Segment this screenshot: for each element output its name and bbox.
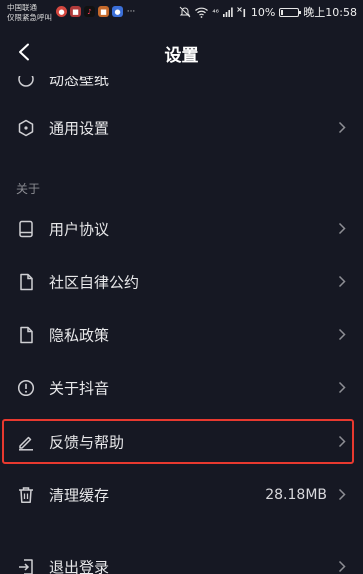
settings-row-user-agreement[interactable]: 用户协议: [0, 202, 363, 255]
carrier-status: 仅限紧急呼叫: [7, 13, 52, 22]
chevron-right-icon: [337, 328, 347, 342]
trash-icon: [16, 485, 36, 505]
settings-row-label: 反馈与帮助: [49, 433, 125, 451]
settings-row-logout[interactable]: 退出登录: [0, 540, 363, 574]
more-notifications-icon: ···: [126, 6, 136, 17]
chevron-right-icon: [337, 121, 347, 135]
page-title: 设置: [164, 46, 199, 66]
app-notification-icon: ■: [70, 6, 81, 17]
clock: 晚上10:58: [303, 6, 357, 19]
carrier-name: 中国联通: [7, 3, 37, 12]
logout-icon: [16, 557, 36, 574]
hexagon-settings-icon: [16, 118, 36, 138]
settings-row-privacy[interactable]: 隐私政策: [0, 308, 363, 361]
settings-row-label: 通用设置: [49, 119, 110, 137]
chevron-right-icon: [337, 435, 347, 449]
chevron-right-icon: [337, 560, 347, 574]
app-notification-icon: ■: [98, 6, 109, 17]
settings-row-general[interactable]: 通用设置: [0, 101, 363, 154]
section-header-about: 关于: [16, 182, 41, 196]
signal-icon: [222, 7, 233, 17]
notification-icons: ● ■ ♪ ■ ● ···: [56, 6, 136, 17]
chevron-right-icon: [337, 381, 347, 395]
douyin-notification-icon: ♪: [84, 6, 95, 17]
wifi-icon: [195, 7, 209, 18]
info-icon: [16, 378, 36, 398]
battery-percent: 10%: [250, 5, 276, 19]
settings-row-label: 社区自律公约: [49, 273, 140, 291]
app-notification-icon: ●: [112, 6, 123, 17]
pencil-icon: [16, 432, 36, 452]
status-bar: 中国联通 仅限紧急呼叫 ● ■ ♪ ■ ● ··· ⁴⁶ 10% 晚上10:58: [0, 0, 363, 28]
carrier-info: 中国联通 仅限紧急呼叫: [7, 3, 52, 23]
network-type: ⁴⁶: [212, 7, 219, 17]
settings-row-label: 退出登录: [49, 558, 110, 574]
settings-row-about[interactable]: 关于抖音: [0, 361, 363, 414]
mute-icon: [179, 6, 191, 18]
settings-row-label: 用户协议: [49, 220, 110, 238]
app-notification-icon: ●: [56, 6, 67, 17]
system-icons: ⁴⁶ 10% 晚上10:58: [179, 4, 357, 20]
document-icon: [16, 325, 36, 345]
settings-row-clear-cache[interactable]: 清理缓存 28.18MB: [0, 468, 363, 521]
settings-row-feedback[interactable]: 反馈与帮助: [0, 415, 363, 468]
settings-row-label: 隐私政策: [49, 326, 110, 344]
battery-icon: [279, 7, 302, 17]
book-icon: [16, 219, 36, 239]
settings-row-label: 关于抖音: [49, 379, 110, 397]
settings-row-community[interactable]: 社区自律公约: [0, 255, 363, 308]
settings-screen: 动态壁纸 通用设置 关于 用户协议 社区自律公约 隐私政策 关于抖音 反馈与帮助…: [0, 0, 363, 574]
nav-bar: 设置: [0, 28, 363, 76]
settings-list[interactable]: 动态壁纸 通用设置 关于 用户协议 社区自律公约 隐私政策 关于抖音 反馈与帮助…: [0, 0, 363, 574]
chevron-right-icon: [337, 488, 347, 502]
chevron-right-icon: [337, 275, 347, 289]
settings-row-label: 清理缓存: [49, 486, 110, 504]
no-signal-icon: [236, 7, 247, 17]
document-icon: [16, 272, 36, 292]
cache-size-value: 28.18MB: [265, 486, 327, 503]
chevron-right-icon: [337, 222, 347, 236]
